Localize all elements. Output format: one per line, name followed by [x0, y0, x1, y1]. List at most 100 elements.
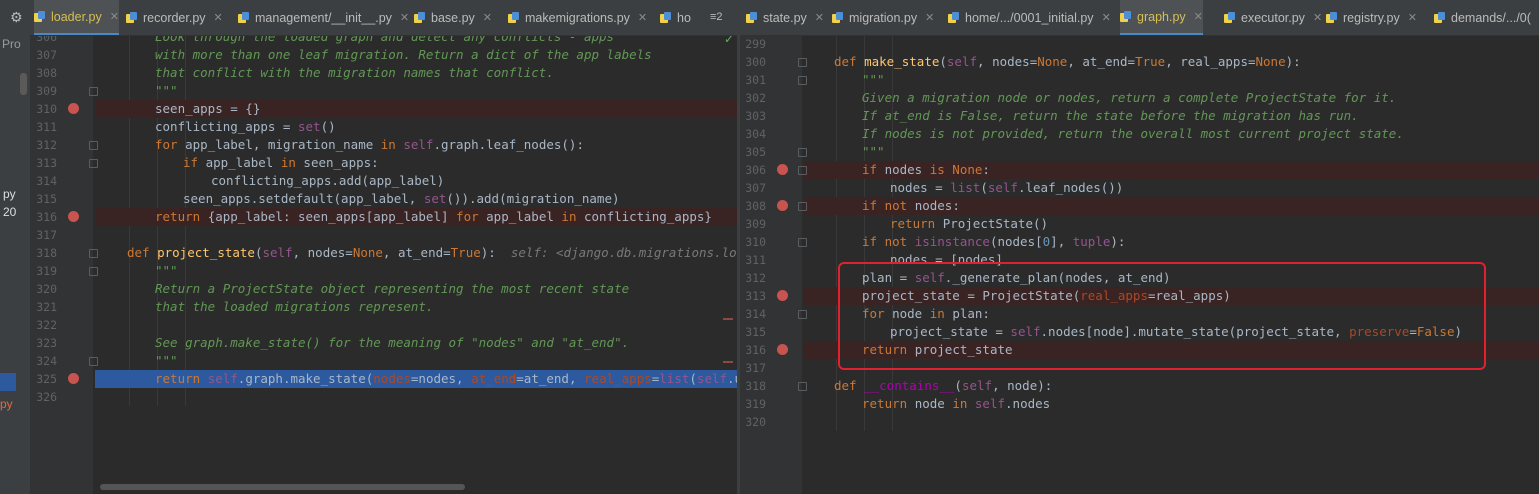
close-tab-icon[interactable]: ✕	[1313, 11, 1322, 24]
tab-graph-py[interactable]: graph.py ✕	[1120, 0, 1203, 35]
breakpoint-icon[interactable]	[68, 373, 79, 384]
project-selected-row[interactable]	[0, 373, 16, 391]
code-token: list	[950, 180, 981, 195]
tab-executor-py[interactable]: executor.py ✕	[1224, 0, 1322, 35]
python-file-icon	[746, 11, 757, 24]
code-token: .nodes	[1005, 396, 1051, 411]
tab-demands-0[interactable]: demands/.../0(	[1434, 0, 1531, 35]
code-token: See graph.make_state() for the meaning o…	[155, 335, 630, 350]
code-text: """	[155, 352, 178, 370]
tab-overflow-button[interactable]: ≡2	[710, 11, 723, 23]
line-number: 322	[36, 318, 57, 332]
code-line[interactable]	[804, 413, 1539, 431]
line-number: 320	[36, 282, 57, 296]
code-line[interactable]	[95, 316, 737, 334]
code-line[interactable]	[95, 226, 737, 244]
breakpoint-icon[interactable]	[68, 103, 79, 114]
fold-icon[interactable]	[798, 238, 807, 247]
line-number: 300	[745, 55, 766, 69]
fold-icon[interactable]	[798, 58, 807, 67]
code-token: Return a ProjectState object representin…	[155, 281, 630, 296]
project-file-label-1: py	[3, 187, 16, 201]
code-line[interactable]	[804, 143, 1539, 161]
code-token: , at_end=	[382, 245, 451, 260]
breakpoint-icon[interactable]	[777, 164, 788, 175]
close-tab-icon[interactable]: ✕	[815, 11, 824, 24]
tab-base-py[interactable]: base.py ✕	[414, 0, 492, 35]
left-tab-bar: ⚙ loader.py ✕ recorder.py ✕ management/__ini…	[0, 0, 737, 36]
gear-icon[interactable]: ⚙	[10, 10, 23, 26]
fold-icon[interactable]	[89, 87, 98, 96]
fold-icon[interactable]	[798, 310, 807, 319]
code-token: .graph.leaf_nodes():	[433, 137, 584, 152]
tab-migration-py[interactable]: migration.py ✕	[832, 0, 934, 35]
close-tab-icon[interactable]: ✕	[1408, 11, 1417, 24]
left-editor[interactable]: ✓ 306 Look through the loaded graph and d…	[31, 36, 737, 494]
highlight-annotation-box	[838, 262, 1486, 370]
code-line[interactable]	[804, 71, 1539, 89]
fold-icon[interactable]	[798, 202, 807, 211]
line-number: 308	[745, 199, 766, 213]
fold-icon[interactable]	[89, 249, 98, 258]
close-tab-icon[interactable]: ✕	[400, 11, 409, 24]
right-tab-bar: state.py ✕ migration.py ✕ home/.../0001_init…	[740, 0, 1539, 36]
tab-label: migration.py	[849, 10, 918, 25]
breakpoint-icon[interactable]	[777, 290, 788, 301]
code-line[interactable]	[804, 36, 1539, 53]
line-number: 302	[745, 91, 766, 105]
code-token: =at_end,	[516, 371, 585, 386]
fold-icon[interactable]	[798, 148, 807, 157]
tab-label: ho	[677, 10, 691, 25]
python-file-icon	[832, 11, 843, 24]
fold-icon[interactable]	[798, 166, 807, 175]
python-file-icon	[34, 10, 45, 23]
close-tab-icon[interactable]: ✕	[110, 10, 119, 23]
fold-icon[interactable]	[89, 357, 98, 366]
tab-recorder-py[interactable]: recorder.py ✕	[126, 0, 223, 35]
tab-state-py[interactable]: state.py ✕	[746, 0, 824, 35]
code-token: seen_apps.setdefault(app_label,	[183, 191, 424, 206]
fold-icon[interactable]	[89, 159, 98, 168]
fold-icon[interactable]	[798, 76, 807, 85]
fold-icon[interactable]	[798, 382, 807, 391]
close-tab-icon[interactable]: ✕	[1194, 10, 1203, 23]
close-tab-icon[interactable]: ✕	[483, 11, 492, 24]
fold-icon[interactable]	[89, 141, 98, 150]
close-tab-icon[interactable]: ✕	[925, 11, 934, 24]
code-token: app_label	[205, 155, 281, 170]
line-number: 318	[745, 379, 766, 393]
breakpoint-icon[interactable]	[777, 344, 788, 355]
code-token: None	[352, 245, 383, 260]
python-file-icon	[414, 11, 425, 24]
tab-registry-py[interactable]: registry.py ✕	[1326, 0, 1417, 35]
tab-makemigrations-py[interactable]: makemigrations.py ✕	[508, 0, 647, 35]
code-token: None	[1255, 54, 1286, 69]
code-token: nodes:	[914, 198, 960, 213]
code-text: that the loaded migrations represent.	[155, 298, 433, 316]
breakpoint-icon[interactable]	[777, 200, 788, 211]
line-number: 299	[745, 37, 766, 51]
code-token: True	[450, 245, 481, 260]
left-horizontal-scrollbar[interactable]	[100, 484, 465, 490]
project-scrollbar[interactable]	[20, 73, 27, 95]
line-number: 316	[36, 210, 57, 224]
fold-icon[interactable]	[89, 267, 98, 276]
code-line[interactable]	[95, 388, 737, 406]
code-token: def	[834, 54, 865, 69]
code-line[interactable]	[95, 262, 737, 280]
code-token: list	[659, 371, 690, 386]
python-file-icon	[1120, 10, 1131, 23]
tab-loader-py[interactable]: loader.py ✕	[34, 0, 119, 35]
breakpoint-icon[interactable]	[68, 211, 79, 222]
close-tab-icon[interactable]: ✕	[638, 11, 647, 24]
code-token: ],	[1050, 234, 1073, 249]
code-line[interactable]	[95, 352, 737, 370]
close-tab-icon[interactable]: ✕	[1102, 11, 1111, 24]
project-panel-strip[interactable]: Pro py 20 py	[0, 35, 31, 494]
code-line[interactable]	[95, 82, 737, 100]
tab-label: recorder.py	[143, 10, 206, 25]
tab-management-init-py[interactable]: management/__init__.py ✕	[238, 0, 409, 35]
tab-ho[interactable]: ho	[660, 0, 691, 35]
close-tab-icon[interactable]: ✕	[214, 11, 223, 24]
tab-home-0001-initial-py[interactable]: home/.../0001_initial.py ✕	[948, 0, 1111, 35]
